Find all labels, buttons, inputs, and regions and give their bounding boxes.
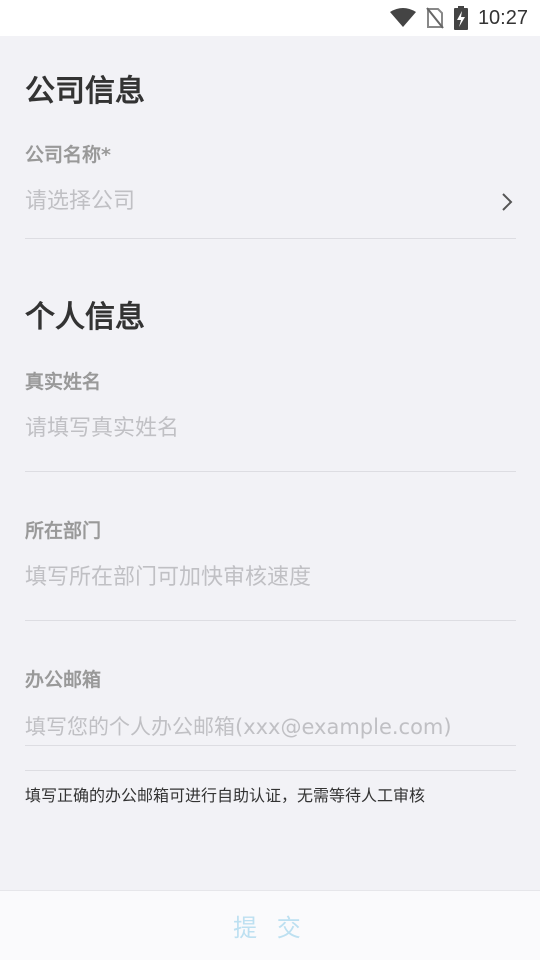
divider	[25, 620, 516, 621]
company-name-label: 公司名称*	[25, 144, 111, 166]
department-label: 所在部门	[25, 520, 102, 542]
submit-bar: 提 交	[0, 890, 540, 960]
company-name-input[interactable]	[25, 182, 485, 222]
battery-charging-icon	[453, 6, 468, 30]
real-name-input[interactable]	[25, 409, 516, 449]
divider	[25, 238, 516, 239]
divider	[25, 745, 516, 746]
company-section-title: 公司信息	[25, 74, 145, 109]
chevron-right-icon	[498, 191, 516, 213]
personal-section-title: 个人信息	[25, 300, 145, 335]
office-email-hint: 填写正确的办公邮箱可进行自助认证，无需等待人工审核	[25, 786, 426, 805]
divider	[25, 770, 516, 771]
real-name-label: 真实姓名	[25, 371, 102, 393]
office-email-label: 办公邮箱	[25, 669, 102, 691]
office-email-input[interactable]	[25, 707, 516, 747]
divider	[25, 471, 516, 472]
department-input[interactable]	[25, 558, 516, 598]
company-name-selector[interactable]	[25, 182, 516, 222]
status-time: 10:27	[477, 6, 528, 29]
status-bar: 10:27	[0, 0, 540, 36]
submit-button[interactable]: 提 交	[0, 891, 540, 960]
no-sim-icon	[426, 7, 444, 29]
wifi-icon	[389, 8, 416, 28]
